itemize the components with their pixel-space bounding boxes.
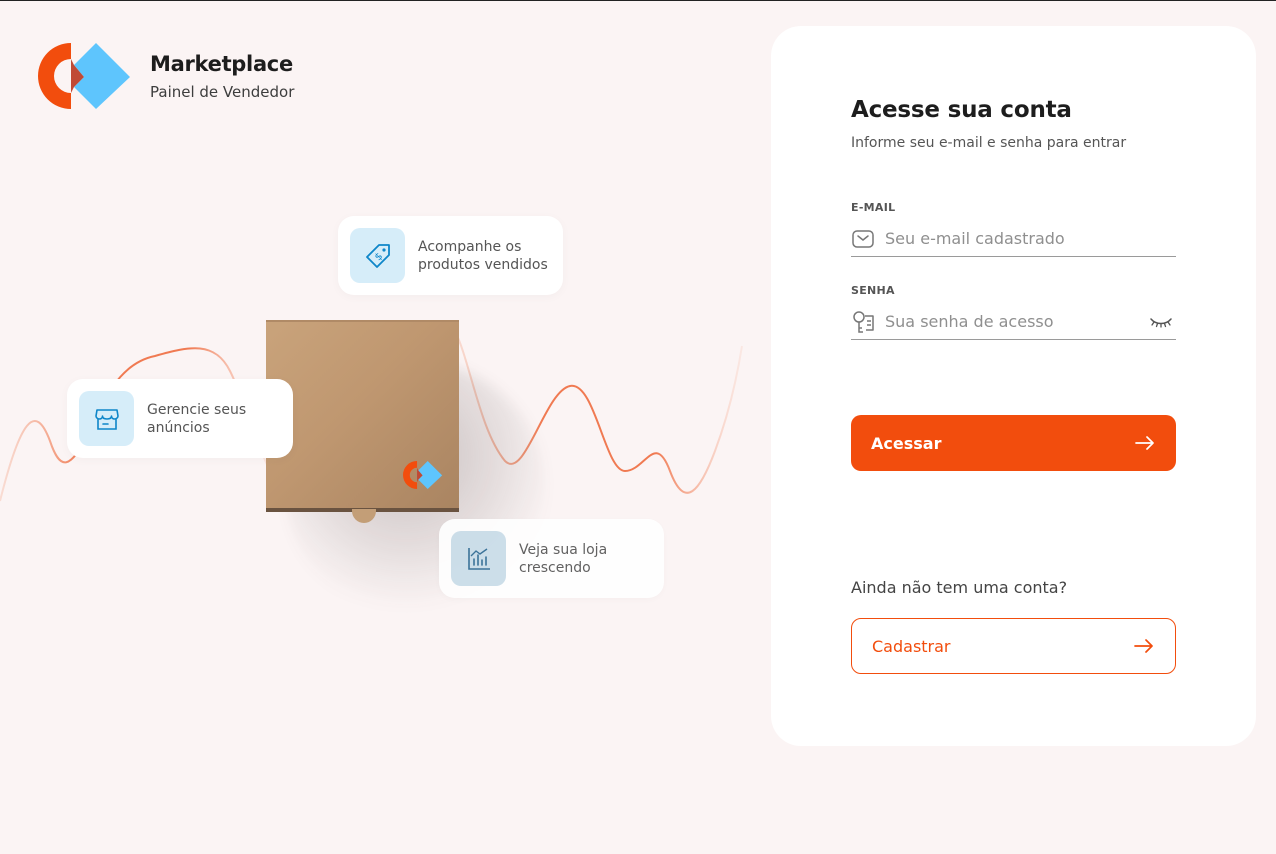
password-field[interactable] [851,304,1176,340]
feature-ads-label: Gerencie seus anúncios [147,401,247,436]
register-label: Cadastrar [872,636,951,656]
login-submit-label: Acessar [871,433,942,453]
feature-card-growth: Veja sua loja crescendo [439,519,664,598]
brand-subtitle: Painel de Vendedor [150,82,295,101]
email-label: E-MAIL [851,201,896,214]
login-panel: Acesse sua conta Informe seu e-mail e se… [771,26,1256,746]
feature-card-ads: Gerencie seus anúncios [67,379,293,458]
storefront-icon [94,408,119,430]
register-button[interactable]: Cadastrar [851,618,1176,674]
feature-sales-label: Acompanhe os produtos vendidos [418,238,548,273]
brand-title: Marketplace [150,51,293,76]
arrow-right-icon [1134,639,1153,653]
login-subtitle: Informe seu e-mail e senha para entrar [851,135,1127,151]
feature-growth-label: Veja sua loja crescendo [519,541,608,576]
price-tag-icon: $ [365,243,390,268]
eye-closed-icon[interactable] [1148,310,1174,334]
box-logo-icon [403,460,443,490]
feature-card-sales: $ Acompanhe os produtos vendidos [338,216,563,295]
email-field[interactable] [851,221,1176,257]
marketplace-logo-icon [38,43,130,109]
hero-illustration: $ Acompanhe os produtos vendidos Gerenci… [0,1,760,854]
email-input[interactable] [885,229,1135,248]
brand-header: Marketplace Painel de Vendedor [38,41,294,111]
login-submit-button[interactable]: Acessar [851,415,1176,471]
login-title: Acesse sua conta [851,97,1072,123]
password-input[interactable] [885,312,1135,331]
no-account-text: Ainda não tem uma conta? [851,578,1068,597]
password-label: SENHA [851,284,895,297]
arrow-right-icon [1135,436,1154,450]
mail-icon [851,227,875,251]
bar-chart-icon [467,547,490,570]
key-icon [851,310,875,334]
